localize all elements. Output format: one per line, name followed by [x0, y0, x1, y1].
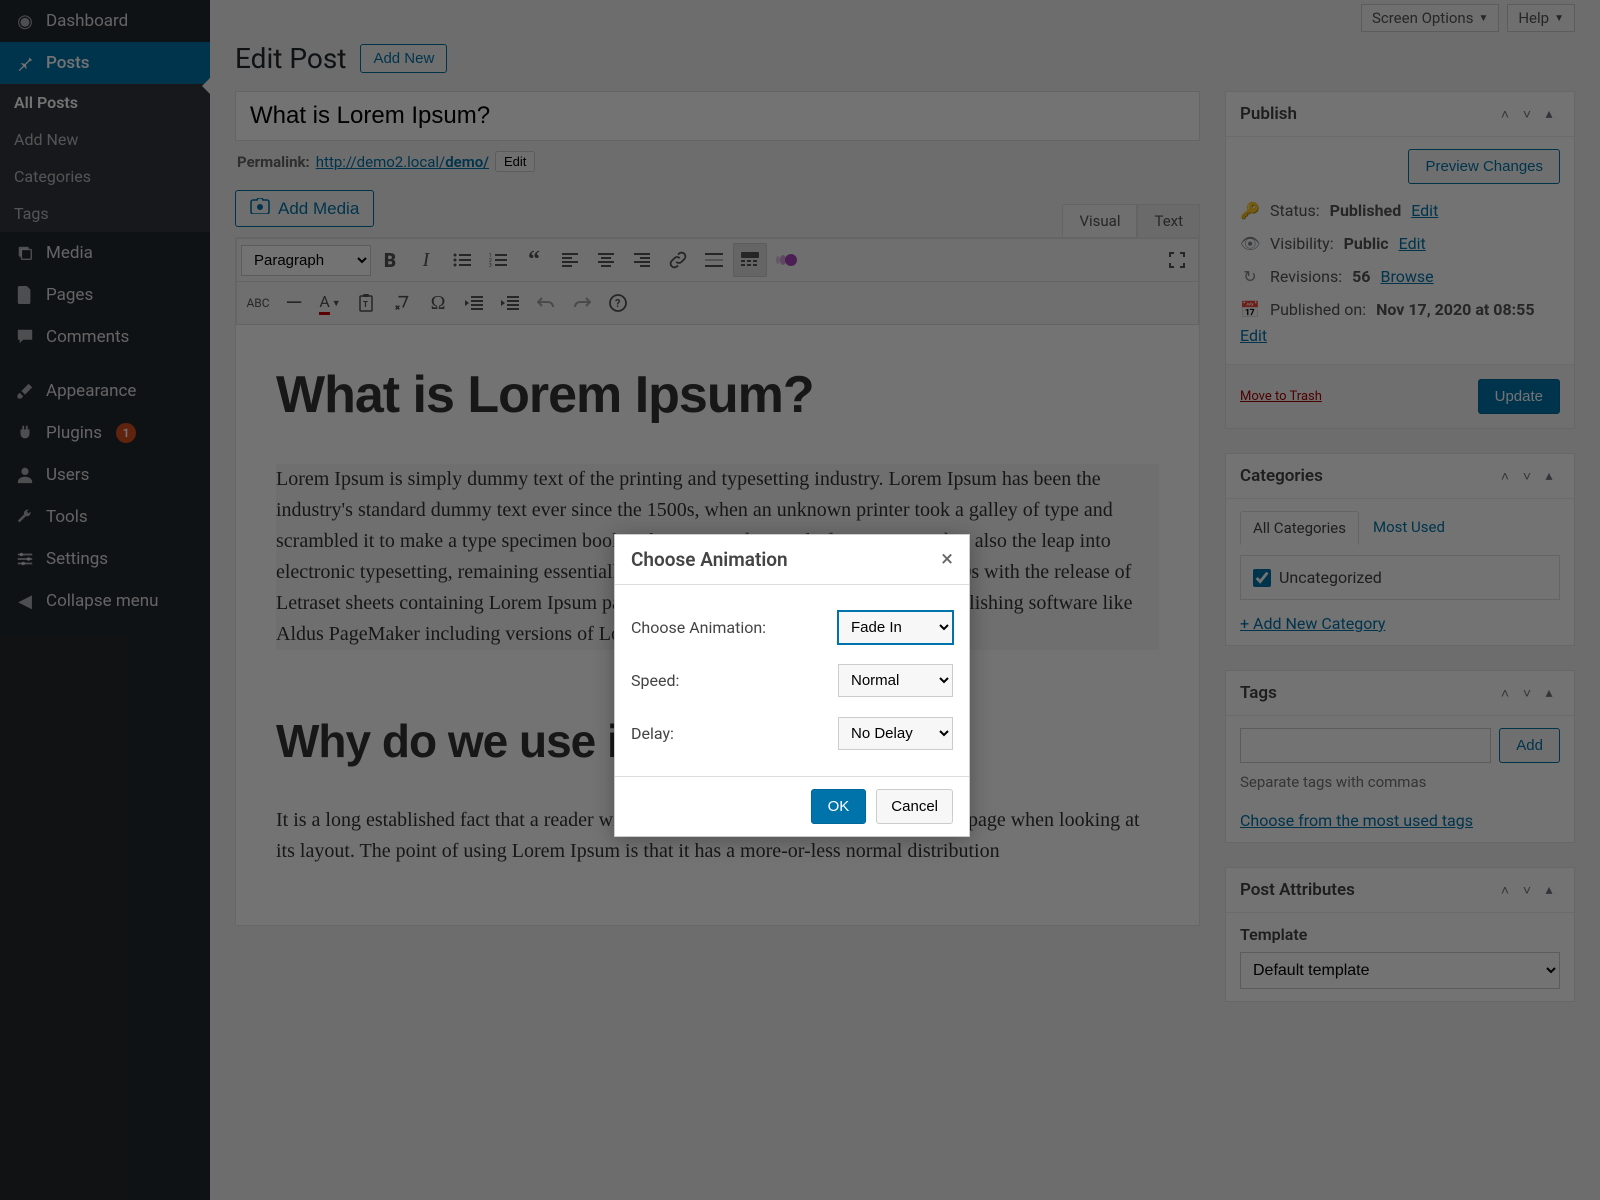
animation-field-label: Choose Animation: [631, 618, 766, 637]
close-icon[interactable]: × [941, 547, 953, 572]
choose-animation-modal: Choose Animation × Choose Animation: Fad… [614, 534, 970, 837]
speed-select[interactable]: Normal [838, 664, 953, 697]
ok-button[interactable]: OK [811, 789, 867, 824]
delay-select[interactable]: No Delay [838, 717, 953, 750]
speed-field-label: Speed: [631, 671, 679, 690]
animation-select[interactable]: Fade In [838, 611, 953, 644]
cancel-button[interactable]: Cancel [876, 789, 953, 824]
modal-title: Choose Animation [631, 548, 941, 571]
delay-field-label: Delay: [631, 724, 674, 743]
